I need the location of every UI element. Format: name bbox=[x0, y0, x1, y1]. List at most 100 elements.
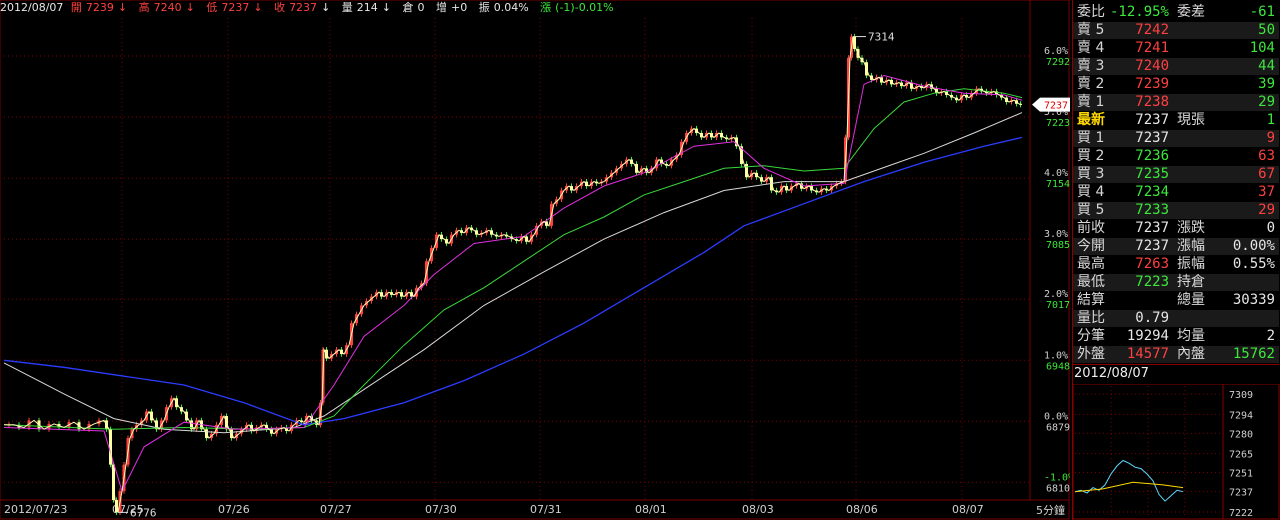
bar-change: 增 +0 bbox=[436, 1, 468, 14]
low-annot-label: 6776 bbox=[130, 506, 157, 519]
quote-row: 賣 2 7239 39 bbox=[1073, 76, 1279, 93]
quote-value-2: 63 bbox=[1258, 148, 1275, 164]
quote-value-2: 30339 bbox=[1232, 292, 1275, 308]
quote-label-2: 委差 bbox=[1177, 4, 1205, 20]
mini-chart[interactable]: 7309 7294 7280 7265 7251 7237 7222 bbox=[1073, 384, 1280, 520]
quote-label: 分筆 bbox=[1077, 328, 1105, 344]
quote-value-2: 0.55% bbox=[1232, 256, 1275, 272]
quote-label-2: 漲跌 bbox=[1177, 220, 1205, 236]
mini-tick-label: 7294 bbox=[1229, 410, 1253, 421]
quote-row: 買 5 7233 29 bbox=[1073, 202, 1279, 219]
ma-line-blue bbox=[3, 136, 1023, 426]
x-tick-label: 07/30 bbox=[425, 503, 457, 516]
mini-tick-label: 7237 bbox=[1229, 488, 1253, 499]
price-tick-label: 7017 bbox=[1046, 300, 1070, 311]
mini-tick-label: 7222 bbox=[1229, 508, 1253, 519]
bar-low: 低 7237 ↓ bbox=[206, 1, 263, 14]
quote-value: 7237 bbox=[1135, 130, 1169, 146]
quote-value-2: 44 bbox=[1258, 58, 1275, 74]
quote-value: 7241 bbox=[1135, 40, 1169, 56]
quote-label: 量比 bbox=[1077, 310, 1105, 326]
quote-row: 量比 0.79 bbox=[1073, 310, 1279, 327]
quote-value: 7242 bbox=[1135, 22, 1169, 38]
x-tick-label: 07/26 bbox=[218, 503, 250, 516]
quote-label: 買 2 bbox=[1077, 148, 1105, 164]
quote-value-2: 1 bbox=[1266, 112, 1275, 128]
quote-label: 買 4 bbox=[1077, 184, 1105, 200]
quote-row: 賣 4 7241 104 bbox=[1073, 40, 1279, 57]
quote-row: 分筆 19294 均量 2 bbox=[1073, 328, 1279, 345]
mini-avg-line bbox=[1074, 481, 1184, 493]
mini-tick-label: 7251 bbox=[1229, 469, 1253, 480]
chart-frame bbox=[0, 0, 1070, 520]
interval-label: 5分鐘 bbox=[1036, 503, 1065, 517]
quote-row: 買 3 7235 67 bbox=[1073, 166, 1279, 183]
quote-label: 今開 bbox=[1077, 238, 1105, 254]
quote-row: 外盤 14577 內盤 15762 bbox=[1073, 346, 1279, 363]
quote-value-2: 15762 bbox=[1232, 346, 1275, 362]
quote-label-2: 現張 bbox=[1177, 112, 1205, 128]
quote-row: 結算 總量 30339 bbox=[1073, 292, 1279, 309]
bar-date: 2012/08/07 bbox=[0, 1, 64, 14]
quote-label-2: 持倉 bbox=[1177, 274, 1205, 290]
quote-label-2: 均量 bbox=[1177, 328, 1205, 344]
quote-value-2: 39 bbox=[1258, 76, 1275, 92]
price-tick-label: 7154 bbox=[1046, 179, 1070, 190]
mini-tick-label: 7309 bbox=[1229, 390, 1253, 401]
quote-row: 賣 1 7238 29 bbox=[1073, 94, 1279, 111]
quote-row: 委比 -12.95% 委差 -61 bbox=[1073, 4, 1279, 21]
quote-row: 今開 7237 漲幅 0.00% bbox=[1073, 238, 1279, 255]
mini-tick-label: 7280 bbox=[1229, 429, 1253, 440]
quote-value-2: 0.00% bbox=[1232, 238, 1275, 254]
quote-value: 19294 bbox=[1126, 328, 1169, 344]
quote-label: 委比 bbox=[1077, 4, 1105, 20]
quote-value: 7233 bbox=[1135, 202, 1169, 218]
bar-open-interest: 倉0 bbox=[402, 1, 425, 14]
x-tick-label: 08/03 bbox=[742, 503, 774, 516]
quote-label: 最高 bbox=[1077, 256, 1105, 272]
quote-label: 前收 bbox=[1077, 220, 1105, 236]
quote-value: 7237 bbox=[1135, 220, 1169, 236]
price-tick-label: 7223 bbox=[1046, 118, 1070, 129]
quote-label: 賣 3 bbox=[1077, 58, 1105, 74]
bar-high: 高 7240 ↓ bbox=[138, 1, 195, 14]
quote-value: 7238 bbox=[1135, 94, 1169, 110]
panel-separator bbox=[1073, 364, 1279, 365]
price-chart-svg[interactable]: 6.0%72925.0%72234.0%71543.0%70852.0%7017… bbox=[0, 0, 1070, 520]
last-price-label: 7237 bbox=[1044, 101, 1068, 112]
pct-tick-label: 4.0% bbox=[1044, 168, 1068, 179]
quote-value: 7240 bbox=[1135, 58, 1169, 74]
quote-label: 最新 bbox=[1077, 112, 1105, 128]
price-line bbox=[4, 36, 1023, 513]
quote-value: 7236 bbox=[1135, 148, 1169, 164]
bar-amplitude: 振 0.04% bbox=[478, 1, 529, 14]
quote-value: 7263 bbox=[1135, 256, 1169, 272]
quote-label-2: 總量 bbox=[1177, 292, 1205, 308]
quote-value: 7223 bbox=[1135, 274, 1169, 290]
pct-tick-label: -1.0% bbox=[1044, 472, 1070, 483]
quote-label: 結算 bbox=[1077, 292, 1105, 308]
pct-tick-label: 2.0% bbox=[1044, 289, 1068, 300]
quote-label-2: 振幅 bbox=[1177, 256, 1205, 272]
quote-value: 7237 bbox=[1135, 112, 1169, 128]
quote-value-2: 50 bbox=[1258, 22, 1275, 38]
quote-label-2: 漲幅 bbox=[1177, 238, 1205, 254]
quote-value-2: 104 bbox=[1249, 40, 1275, 56]
quote-value-2: 37 bbox=[1258, 184, 1275, 200]
mini-price-line bbox=[1074, 459, 1184, 502]
quote-label: 買 1 bbox=[1077, 130, 1105, 146]
quote-value-2: 9 bbox=[1266, 130, 1275, 146]
mini-chart-svg[interactable]: 7309 7294 7280 7265 7251 7237 7222 bbox=[1073, 384, 1280, 520]
quote-value: 0.79 bbox=[1135, 310, 1169, 326]
quote-label: 賣 5 bbox=[1077, 22, 1105, 38]
pct-tick-label: 0.0% bbox=[1044, 411, 1068, 422]
x-tick-label: 07/31 bbox=[530, 503, 562, 516]
bar-volume: 量 214 ↓ bbox=[341, 1, 391, 14]
quote-row: 最高 7263 振幅 0.55% bbox=[1073, 256, 1279, 273]
quote-row: 買 4 7234 37 bbox=[1073, 184, 1279, 201]
quote-label: 賣 2 bbox=[1077, 76, 1105, 92]
main-chart[interactable]: 6.0% 7292 5.0% 7223 4.0% 7154 3.0% 7085 2.0% 7017… bbox=[0, 0, 1070, 520]
pct-tick-label: 1.0% bbox=[1044, 350, 1068, 361]
bar-rise: 漲 (-1)-0.01% bbox=[540, 1, 614, 14]
x-tick-label: 08/07 bbox=[952, 503, 984, 516]
